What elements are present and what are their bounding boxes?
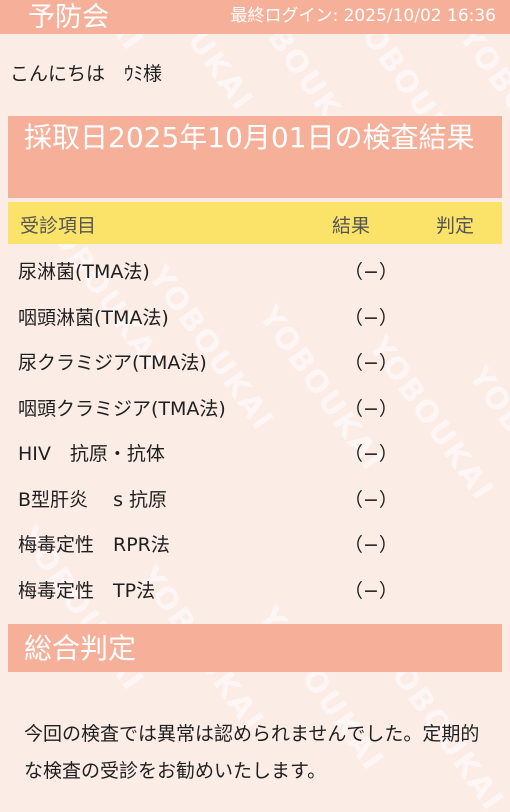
row-result: （−） bbox=[344, 352, 398, 374]
table-row: 尿淋菌(TMA法) （−） bbox=[8, 248, 502, 294]
table-row: B型肝炎 s 抗原 （−） bbox=[8, 476, 502, 522]
row-item: 咽頭クラミジア(TMA法) bbox=[18, 397, 226, 420]
row-item: 梅毒定性 RPR法 bbox=[18, 534, 170, 556]
result-title: 採取日2025年10月01日の検査結果 bbox=[8, 116, 502, 198]
row-item: HIV 抗原・抗体 bbox=[18, 443, 165, 465]
row-item: 尿淋菌(TMA法) bbox=[18, 261, 150, 283]
results-table: 尿淋菌(TMA法) （−） 咽頭淋菌(TMA法) （−） 尿クラミジア(TMA法… bbox=[8, 248, 502, 612]
table-row: 尿クラミジア(TMA法) （−） bbox=[8, 339, 502, 385]
greeting-text: こんにちは ｳﾐ様 bbox=[10, 63, 163, 85]
row-item: 尿クラミジア(TMA法) bbox=[18, 352, 207, 374]
row-result: （−） bbox=[344, 397, 398, 420]
row-item: B型肝炎 s 抗原 bbox=[18, 488, 168, 511]
brand-logo[interactable]: 予防会 bbox=[28, 2, 109, 34]
row-item: 梅毒定性 TP法 bbox=[18, 579, 156, 602]
table-row: 咽頭淋菌(TMA法) （−） bbox=[8, 294, 502, 340]
table-row: 梅毒定性 TP法 （−） bbox=[8, 567, 502, 613]
row-result: （−） bbox=[344, 579, 398, 602]
row-result: （−） bbox=[344, 261, 398, 283]
top-bar: 予防会 最終ログイン: 2025/10/02 16:36 bbox=[0, 0, 510, 34]
table-header: 受診項目 結果 判定 bbox=[8, 202, 502, 244]
overall-heading: 総合判定 bbox=[8, 624, 502, 672]
column-header-item: 受診項目 bbox=[20, 215, 97, 237]
table-row: 咽頭クラミジア(TMA法) （−） bbox=[8, 385, 502, 431]
column-header-judgement: 判定 bbox=[436, 215, 475, 237]
overall-message: 今回の検査では異常は認められませんでした。定期的な検査の受診をお勧めいたします。 bbox=[24, 723, 480, 782]
table-row: 梅毒定性 RPR法 （−） bbox=[8, 521, 502, 567]
row-result: （−） bbox=[344, 443, 398, 465]
column-header-result: 結果 bbox=[332, 215, 371, 237]
last-login-text: 最終ログイン: 2025/10/02 16:36 bbox=[230, 6, 496, 26]
row-item: 咽頭淋菌(TMA法) bbox=[18, 306, 169, 329]
table-row: HIV 抗原・抗体 （−） bbox=[8, 430, 502, 476]
row-result: （−） bbox=[344, 306, 398, 329]
row-result: （−） bbox=[344, 534, 398, 556]
row-result: （−） bbox=[344, 488, 398, 511]
